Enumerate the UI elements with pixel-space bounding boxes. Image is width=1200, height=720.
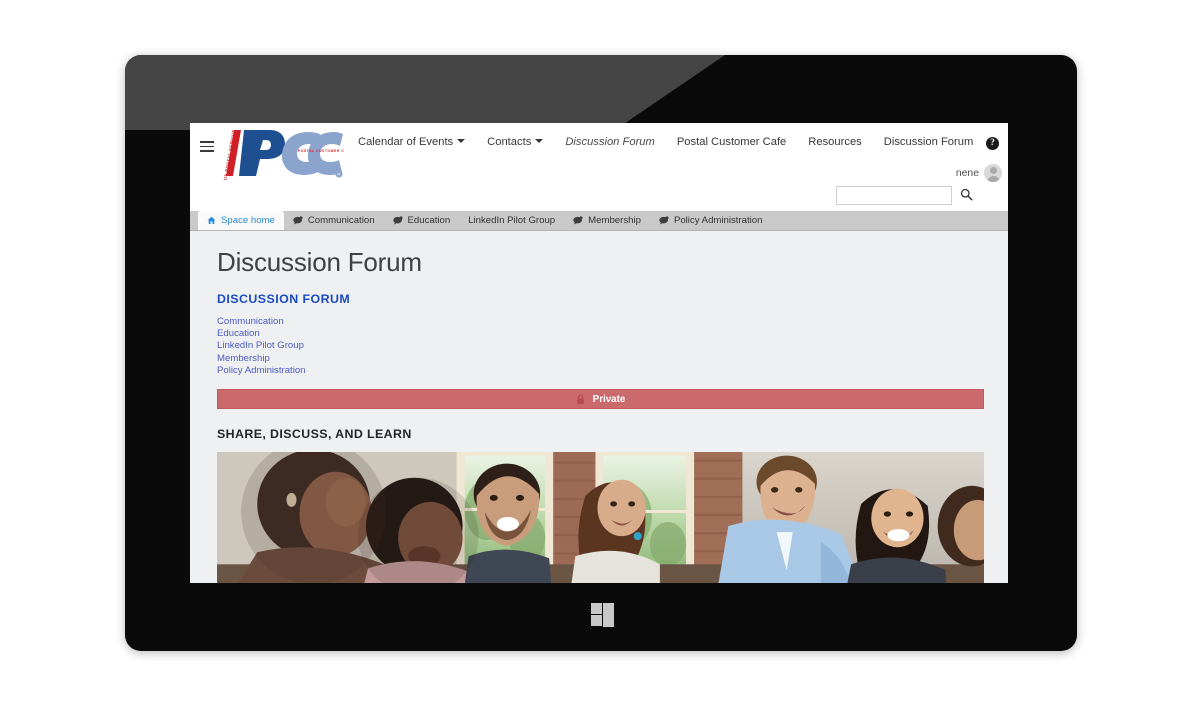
search-bar xyxy=(836,186,973,205)
help-icon[interactable]: ? xyxy=(986,137,999,150)
list-item[interactable]: Membership xyxy=(217,353,984,365)
tab-membership[interactable]: Membership xyxy=(564,211,650,230)
list-item[interactable]: Communication xyxy=(217,316,984,328)
tab-policy-administration[interactable]: Policy Administration xyxy=(650,211,772,230)
tab-label: Space home xyxy=(221,214,275,226)
list-item[interactable]: Education xyxy=(217,328,984,340)
menu-item-calendar-of-events[interactable]: Calendar of Events xyxy=(358,136,466,148)
tab-label: Membership xyxy=(588,214,641,226)
avatar[interactable] xyxy=(984,164,1002,182)
list-item[interactable]: Policy Administration xyxy=(217,365,984,377)
lock-icon xyxy=(576,394,585,405)
pcc-logo[interactable]: US POSTAL SERVICE POSTAL CUSTOMER COUNCI… xyxy=(222,128,360,181)
comment-icon xyxy=(659,215,669,225)
page-content: Discussion Forum DISCUSSION FORUM Commun… xyxy=(190,231,1008,583)
page-title: Discussion Forum xyxy=(217,247,422,277)
chevron-down-icon xyxy=(535,139,544,143)
search-icon[interactable] xyxy=(960,188,973,206)
tab-linkedin-pilot-group[interactable]: LinkedIn Pilot Group xyxy=(459,211,564,230)
menu-item-discussion-forum-current[interactable]: Discussion Forum xyxy=(565,136,655,148)
menu-item-label: Contacts xyxy=(487,136,532,148)
menu-item-label: Calendar of Events xyxy=(358,136,454,148)
svg-text:R: R xyxy=(338,172,341,177)
bezel-highlight xyxy=(125,55,725,130)
tablet-screen: US POSTAL SERVICE POSTAL CUSTOMER COUNCI… xyxy=(190,123,1008,583)
top-navigation-bar: US POSTAL SERVICE POSTAL CUSTOMER COUNCI… xyxy=(190,123,1008,211)
svg-text:POSTAL CUSTOMER COUNCIL: POSTAL CUSTOMER COUNCIL xyxy=(298,149,344,153)
home-icon xyxy=(207,216,216,225)
menu-item-postal-customer-cafe[interactable]: Postal Customer Cafe xyxy=(677,136,786,148)
comment-icon xyxy=(392,215,403,225)
forum-link-list: Communication Education LinkedIn Pilot G… xyxy=(217,316,984,377)
comment-icon xyxy=(293,215,303,225)
user-name: nene xyxy=(955,167,979,179)
menu-item-discussion-forum[interactable]: Discussion Forum xyxy=(884,136,974,148)
tab-label: Policy Administration xyxy=(673,214,763,226)
private-label: Private xyxy=(592,393,626,405)
user-area[interactable]: nene xyxy=(956,164,1002,182)
tab-label: Communication xyxy=(307,214,375,226)
tab-communication[interactable]: Communication xyxy=(284,211,384,230)
menu-item-contacts[interactable]: Contacts xyxy=(487,136,544,148)
tab-label: Education xyxy=(407,214,451,226)
search-input[interactable] xyxy=(836,186,952,205)
menu-item-resources[interactable]: Resources xyxy=(808,136,861,148)
list-item[interactable]: LinkedIn Pilot Group xyxy=(217,340,984,352)
private-status-badge: Private xyxy=(217,389,984,410)
main-menu: Calendar of Events Contacts Discussion F… xyxy=(358,136,995,148)
tab-space-home[interactable]: Space home xyxy=(198,211,284,230)
section-heading: SHARE, DISCUSS, AND LEARN xyxy=(217,427,412,442)
tablet-device-frame: US POSTAL SERVICE POSTAL CUSTOMER COUNCI… xyxy=(125,55,1077,651)
hero-image xyxy=(217,452,984,583)
page-subtitle: DISCUSSION FORUM xyxy=(217,292,351,306)
chevron-down-icon xyxy=(457,139,466,143)
space-tab-bar: Space home Communication Education Linke… xyxy=(190,211,1008,231)
tab-label: LinkedIn Pilot Group xyxy=(468,214,556,226)
hamburger-menu-icon[interactable] xyxy=(200,141,214,152)
tab-education[interactable]: Education xyxy=(384,211,460,230)
windows-logo[interactable] xyxy=(591,603,615,627)
comment-icon xyxy=(573,215,583,225)
